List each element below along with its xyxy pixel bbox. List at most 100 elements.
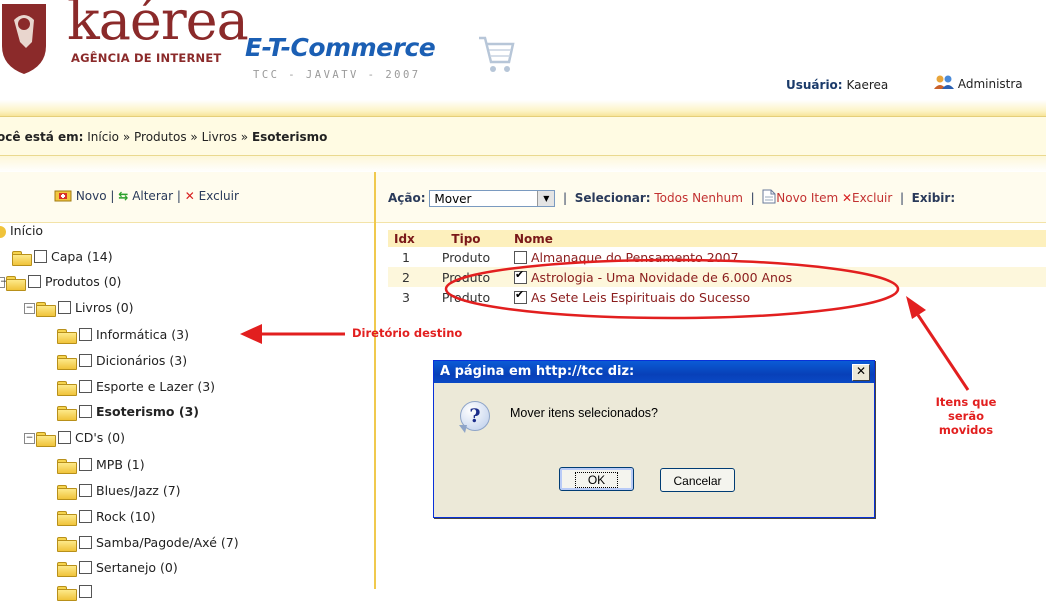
tree-node-produtos[interactable]: − Produtos (0) — [0, 272, 121, 292]
tree-node-livros[interactable]: − Livros (0) — [24, 298, 134, 318]
tree-checkbox[interactable] — [79, 561, 92, 574]
app-brand-title: E-T-Commerce — [245, 33, 436, 62]
users-icon — [934, 75, 954, 89]
annotation-destination: Diretório destino — [352, 326, 463, 340]
row-nome[interactable]: As Sete Leis Espirituais do Sucesso — [531, 290, 750, 305]
breadcrumb-current: Esoterismo — [251, 130, 328, 144]
row-checkbox-checked[interactable] — [514, 288, 527, 304]
tree-node-esporte[interactable]: Esporte e Lazer (3) — [57, 377, 215, 397]
dialog-titlebar[interactable]: A página em http://tcc diz: ✕ — [434, 361, 874, 383]
tree-node-label: Dicionários (3) — [96, 353, 188, 368]
tree-checkbox[interactable] — [58, 431, 71, 444]
cancel-button[interactable]: Cancelar — [660, 468, 735, 492]
folder-icon — [57, 354, 77, 370]
row-idx: 3 — [402, 289, 410, 305]
category-tree: Início Capa (14) − Produtos (0) − Livros (… — [0, 221, 374, 601]
dialog-title: A página em http://tcc diz: — [440, 364, 635, 379]
current-user: Usuário: Kaerea — [786, 78, 888, 92]
row-nome[interactable]: Astrologia - Uma Novidade de 6.000 Anos — [531, 270, 792, 285]
collapse-toggle[interactable]: − — [24, 303, 35, 314]
row-nome-cell: Almanaque do Pensamento 2007 — [508, 247, 1046, 267]
tree-checkbox[interactable] — [79, 510, 92, 523]
tree-node-label: Livros (0) — [75, 300, 134, 315]
tree-node-label: Informática (3) — [96, 327, 189, 342]
tree-node-label: Rock (10) — [96, 509, 156, 524]
row-nome[interactable]: Almanaque do Pensamento 2007 — [531, 250, 739, 265]
tree-node-rock[interactable]: Rock (10) — [57, 507, 156, 527]
table-row[interactable]: 1 Produto Almanaque do Pensamento 2007 — [388, 247, 1046, 267]
dialog-close-button[interactable]: ✕ — [852, 364, 870, 381]
tree-checkbox[interactable] — [79, 458, 92, 471]
annotation-items-line1: Itens que serão — [935, 395, 997, 423]
select-all-link[interactable]: Todos — [654, 191, 688, 205]
breadcrumb-link-livros[interactable]: Livros — [202, 130, 237, 144]
column-header-idx[interactable]: Idx — [388, 230, 424, 247]
panel-divider — [374, 172, 376, 589]
new-folder-button[interactable]: Novo — [54, 189, 110, 203]
breadcrumb-link-inicio[interactable]: Início — [87, 130, 119, 144]
tree-checkbox[interactable] — [79, 354, 92, 367]
tree-node-dicionarios[interactable]: Dicionários (3) — [57, 351, 187, 371]
row-checkbox[interactable] — [514, 250, 527, 264]
breadcrumb-link-produtos[interactable]: Produtos — [134, 130, 187, 144]
admin-link[interactable]: Administra — [934, 74, 1023, 91]
new-folder-icon — [54, 190, 72, 202]
tree-checkbox[interactable] — [79, 585, 92, 598]
tree-node-root[interactable]: Início — [0, 221, 43, 241]
folder-icon — [57, 328, 77, 344]
tree-node-label: Esporte e Lazer (3) — [96, 379, 216, 394]
tree-node-cds[interactable]: − CD's (0) — [24, 428, 125, 448]
edit-button[interactable]: ⇆ Alterar — [118, 189, 177, 203]
delete-item-button[interactable]: ✕Excluir — [842, 191, 896, 205]
ok-button[interactable]: OK — [559, 467, 634, 491]
row-nome-cell: Astrologia - Uma Novidade de 6.000 Anos — [508, 267, 1046, 287]
delete-button[interactable]: ✕ Excluir — [185, 189, 239, 203]
admin-label: Administra — [957, 77, 1023, 91]
tree-checkbox[interactable] — [79, 328, 92, 341]
column-header-tipo[interactable]: Tipo — [424, 230, 508, 247]
table-row[interactable]: 3 Produto As Sete Leis Espirituais do Su… — [388, 287, 1046, 307]
kaerea-shield-logo — [2, 4, 46, 74]
tree-checkbox[interactable] — [58, 301, 71, 314]
delete-x-icon: ✕ — [841, 191, 853, 205]
tree-checkbox[interactable] — [79, 484, 92, 497]
table-row[interactable]: 2 Produto Astrologia - Uma Novidade de 6… — [388, 267, 1046, 287]
header-divider — [0, 100, 1046, 117]
action-select[interactable]: Mover ▼ — [429, 190, 556, 207]
select-none-link[interactable]: Nenhum — [692, 191, 743, 205]
tree-node-label: CD's (0) — [75, 430, 125, 445]
tree-node-samba[interactable]: Samba/Pagode/Axé (7) — [57, 533, 239, 553]
collapse-toggle[interactable]: − — [24, 433, 35, 444]
tree-node-sertanejo[interactable]: Sertanejo (0) — [57, 558, 178, 578]
new-item-button[interactable]: Novo Item — [762, 189, 842, 205]
folder-icon — [57, 458, 77, 474]
breadcrumb: ocê está em: Início » Produtos » Livros … — [0, 130, 327, 144]
column-header-nome[interactable]: Nome — [508, 230, 1046, 247]
folder-icon — [57, 380, 77, 396]
collapse-toggle[interactable]: − — [0, 277, 8, 288]
tree-node-blues[interactable]: Blues/Jazz (7) — [57, 481, 181, 501]
delete-x-icon: ✕ — [184, 189, 195, 203]
row-checkbox-checked[interactable] — [514, 268, 527, 284]
row-nome-cell: As Sete Leis Espirituais do Sucesso — [508, 287, 1046, 307]
tree-checkbox[interactable] — [79, 536, 92, 549]
folder-icon — [6, 275, 26, 291]
breadcrumb-bar: ocê está em: Início » Produtos » Livros … — [0, 117, 1046, 156]
tree-checkbox[interactable] — [79, 380, 92, 393]
delete-label: Excluir — [198, 189, 239, 203]
logo-wordmark: kaérea — [67, 0, 249, 52]
row-tipo: Produto — [424, 267, 508, 287]
arrow-to-items — [916, 314, 970, 391]
dropdown-arrow-icon[interactable]: ▼ — [537, 191, 555, 206]
tree-node-label: Início — [9, 223, 44, 238]
tree-checkbox[interactable] — [34, 250, 47, 263]
tree-checkbox[interactable] — [28, 275, 41, 288]
tree-checkbox[interactable] — [79, 405, 92, 418]
tree-node-informatica[interactable]: Informática (3) — [57, 325, 189, 345]
shopping-cart-icon — [479, 36, 515, 72]
tree-node-esoterismo[interactable]: Esoterismo (3) — [57, 402, 199, 422]
root-bullet-icon — [0, 225, 6, 238]
tree-node-mpb[interactable]: MPB (1) — [57, 455, 145, 475]
tree-node-capa[interactable]: Capa (14) — [12, 247, 113, 267]
tree-toolbar: Novo | ⇆ Alterar | ✕ Excluir — [0, 172, 374, 223]
